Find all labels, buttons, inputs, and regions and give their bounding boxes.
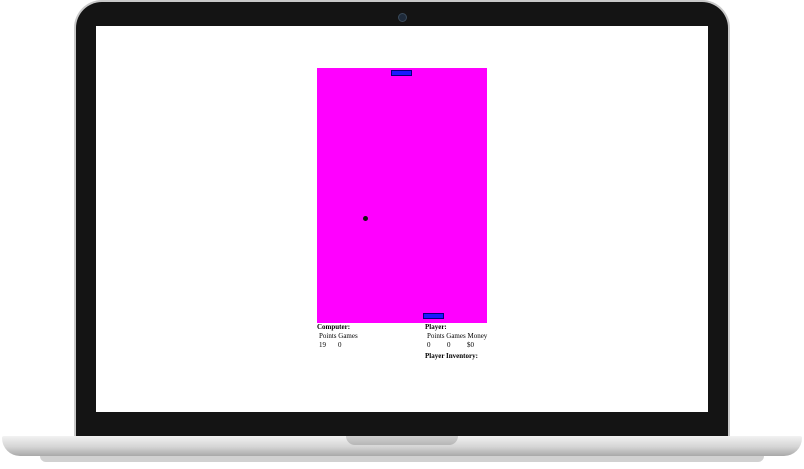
computer-points-header: Points (319, 332, 337, 340)
computer-stats: Computer: Points Games 19 0 (317, 323, 358, 350)
laptop-notch (346, 436, 458, 445)
player-money-header: Money (467, 332, 488, 340)
player-games-header: Games (446, 332, 466, 340)
laptop-mockup: Computer: Points Games 19 0 Player: Point… (0, 0, 804, 469)
computer-points-value: 19 (319, 341, 326, 349)
player-stats: Player: Points Games Money 0 0 $0 (425, 323, 487, 350)
player-paddle[interactable] (423, 313, 444, 319)
computer-paddle (391, 70, 412, 76)
player-points-header: Points (427, 332, 445, 340)
game-field[interactable] (317, 68, 487, 323)
player-inventory-heading: Player Inventory: (425, 352, 478, 360)
computer-games-value: 0 (338, 341, 342, 349)
laptop-screen: Computer: Points Games 19 0 Player: Point… (96, 26, 708, 412)
player-games-value: 0 (447, 341, 451, 349)
player-points-value: 0 (427, 341, 431, 349)
player-heading: Player: (425, 323, 447, 331)
player-money-value: $0 (467, 341, 474, 349)
ball (363, 216, 368, 221)
computer-games-header: Games (338, 332, 358, 340)
webcam-icon (398, 13, 407, 22)
laptop-shadow (40, 456, 764, 462)
computer-heading: Computer: (317, 323, 351, 331)
